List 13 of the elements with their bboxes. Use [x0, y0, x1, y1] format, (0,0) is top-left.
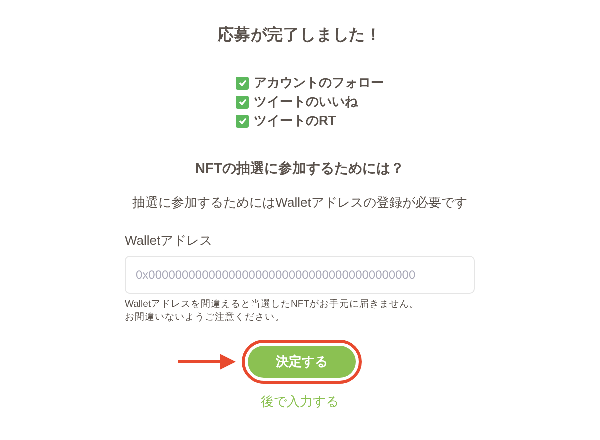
note-text: お間違いないようご注意ください。 [125, 311, 286, 324]
submit-button[interactable]: 決定する [248, 346, 356, 378]
wallet-address-field[interactable]: 0x0000000000000000000000000000000000000000 [125, 256, 475, 294]
arrow-icon [178, 352, 238, 372]
task-label: ツイートのいいね [254, 93, 358, 111]
description-text: 抽選に参加するためにはWalletアドレスの登録が必要です [132, 194, 468, 212]
page-title: 応募が完了しました！ [218, 25, 382, 46]
note-text: Walletアドレスを間違えると当選したNFTがお手元に届きません。 [125, 298, 421, 311]
field-label: Walletアドレス [125, 232, 214, 250]
task-label: ツイートのRT [254, 112, 336, 130]
later-link[interactable]: 後で入力する [261, 392, 339, 412]
task-label: アカウントのフォロー [254, 74, 384, 92]
section-heading: NFTの抽選に参加するためには？ [195, 159, 405, 178]
